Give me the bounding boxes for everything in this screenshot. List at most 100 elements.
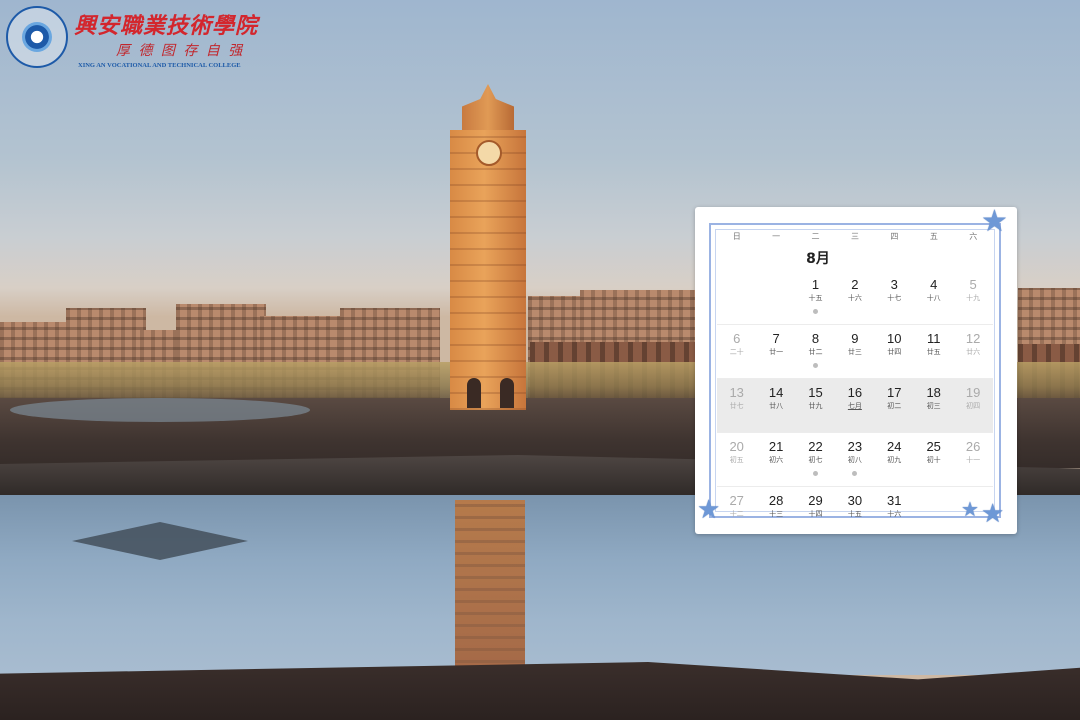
day-number: 28 (768, 493, 784, 508)
lunar-date: 初九 (887, 456, 902, 464)
lunar-date: 廿六 (966, 348, 981, 356)
calendar-day-cell[interactable]: 18 初三 (914, 379, 953, 432)
tower-spire (462, 84, 514, 134)
lunar-date: 十三 (769, 510, 784, 518)
day-number: 6 (733, 331, 741, 346)
day-number: 26 (965, 439, 981, 454)
day-number: 8 (811, 331, 820, 346)
calendar-day-cell[interactable]: 13 廿七 (717, 379, 756, 432)
lunar-date: 二十 (729, 348, 744, 356)
calendar-week-row: 6 二十 7 廿一 8 廿二 9 廿三 10 廿四 11 廿五 12 廿六 (717, 324, 993, 378)
event-dot-icon (812, 363, 818, 368)
calendar-day-cell[interactable]: 28 十三 (756, 487, 795, 540)
star-icon: ★ (961, 497, 979, 521)
calendar-day-cell[interactable]: 29 十四 (796, 487, 835, 540)
lunar-date: 廿二 (808, 348, 823, 356)
plaza (10, 398, 310, 422)
calendar-day-cell[interactable]: 5 十九 (953, 271, 992, 324)
calendar-day-cell[interactable]: 2 十六 (835, 271, 874, 324)
day-number: 16 (847, 385, 863, 400)
day-number: 20 (729, 439, 744, 454)
calendar-day-cell[interactable]: 19 初四 (953, 379, 992, 432)
day-number: 4 (930, 277, 938, 292)
event-dot-icon (812, 309, 818, 314)
day-number: 31 (887, 493, 902, 508)
calendar-day-cell[interactable]: 24 初九 (875, 433, 914, 486)
calendar-day-cell[interactable]: 1 十五 (796, 271, 835, 324)
lunar-date: 十八 (926, 294, 941, 302)
lunar-date: 十四 (808, 510, 823, 518)
calendar-day-cell[interactable]: 4 十八 (914, 271, 953, 324)
lunar-date: 廿九 (808, 402, 823, 410)
day-number: 9 (851, 331, 859, 346)
day-number: 17 (887, 385, 902, 400)
calendar-day-cell[interactable]: 15 廿九 (796, 379, 835, 432)
calendar-day-cell[interactable]: 17 初二 (875, 379, 914, 432)
weekday-label: 二 (811, 232, 820, 241)
day-number: 14 (768, 385, 784, 400)
calendar-day-cell[interactable]: 14 廿八 (756, 379, 795, 432)
day-number: 21 (768, 439, 784, 454)
weekday-label: 四 (890, 232, 899, 241)
tower-door (500, 378, 514, 408)
calendar-day-cell[interactable]: 31 十六 (875, 487, 914, 540)
calendar-grid: 1 十五 2 十六 3 十七 4 十八 5 十九 6 二十 7 廿一 8 廿二 9 廿三 10 廿四 11 廿五 12 廿六 1… (717, 271, 993, 540)
calendar-day-cell[interactable]: 21 初六 (756, 433, 795, 486)
calendar-day-cell[interactable]: 20 初五 (717, 433, 756, 486)
lunar-date: 初五 (729, 456, 744, 464)
event-dot-icon (852, 471, 858, 476)
calendar-day-cell[interactable]: 9 廿三 (835, 325, 874, 378)
college-logo: 興安職業技術學院 厚 德 图 存 自 强 XING AN VOCATIONAL … (6, 6, 266, 70)
lunar-date: 廿五 (926, 348, 941, 356)
lunar-date: 初六 (769, 456, 784, 464)
day-number: 25 (926, 439, 941, 454)
star-icon: ★ (981, 204, 1008, 239)
weekday-header: 日 一 二 三 四 五 六 (717, 231, 993, 245)
lunar-date: 初四 (966, 402, 981, 410)
college-seal-icon (6, 6, 68, 68)
lunar-date: 廿七 (729, 402, 744, 410)
weekday-label: 五 (929, 232, 938, 241)
calendar-day-cell[interactable]: 22 初七 (796, 433, 835, 486)
lunar-date: 十五 (847, 510, 862, 518)
calendar-week-row: 20 初五 21 初六 22 初七 23 初八 24 初九 25 初十 26 十一 (717, 432, 993, 486)
calendar-day-cell[interactable]: 16 七月 (835, 379, 874, 432)
calendar-day-cell[interactable]: 12 廿六 (953, 325, 992, 378)
calendar-week-row: 1 十五 2 十六 3 十七 4 十八 5 十九 (717, 271, 993, 324)
calendar-day-cell[interactable]: 6 二十 (717, 325, 756, 378)
calendar-day-cell[interactable]: 25 初十 (914, 433, 953, 486)
calendar-day-cell[interactable]: 27 十二 (717, 487, 756, 540)
calendar-day-cell[interactable]: 7 廿一 (756, 325, 795, 378)
day-number: 1 (811, 277, 820, 292)
clock-tower (450, 130, 526, 410)
calendar-day-cell[interactable]: 23 初八 (835, 433, 874, 486)
tower-reflection (455, 500, 525, 675)
lunar-date: 廿三 (847, 348, 862, 356)
lunar-date: 初七 (808, 456, 823, 464)
college-motto: 厚 德 图 存 自 强 (116, 43, 245, 59)
calendar-day-cell[interactable]: 10 廿四 (875, 325, 914, 378)
calendar-day-cell[interactable]: 30 十五 (835, 487, 874, 540)
calendar-day-cell[interactable]: 26 十一 (953, 433, 992, 486)
day-number: 3 (890, 277, 898, 292)
day-number: 23 (847, 439, 863, 454)
day-number: 11 (926, 331, 941, 346)
lunar-date: 七月 (847, 402, 862, 410)
calendar-widget: 日 一 二 三 四 五 六 8月 1 十五 2 十六 3 十七 4 十八 5 十九 6 二十 7 廿一 8 廿… (695, 207, 1017, 534)
weekday-label: 日 (732, 232, 741, 241)
calendar-week-row: 27 十二 28 十三 29 十四 30 十五 31 十六 (717, 486, 993, 540)
lunar-date: 初二 (887, 402, 902, 410)
lunar-date: 十二 (729, 510, 744, 518)
day-number: 30 (847, 493, 863, 508)
lunar-date: 初三 (926, 402, 941, 410)
calendar-day-cell[interactable]: 3 十七 (875, 271, 914, 324)
calendar-day-cell[interactable]: 8 廿二 (796, 325, 835, 378)
lunar-date: 初十 (926, 456, 941, 464)
calendar-day-cell[interactable]: 11 廿五 (914, 325, 953, 378)
day-number: 19 (965, 385, 981, 400)
day-number: 27 (729, 493, 744, 508)
weekday-label: 一 (772, 232, 781, 241)
lunar-date: 廿一 (769, 348, 784, 356)
event-dot-icon (812, 471, 818, 476)
star-icon: ★ (697, 495, 721, 525)
